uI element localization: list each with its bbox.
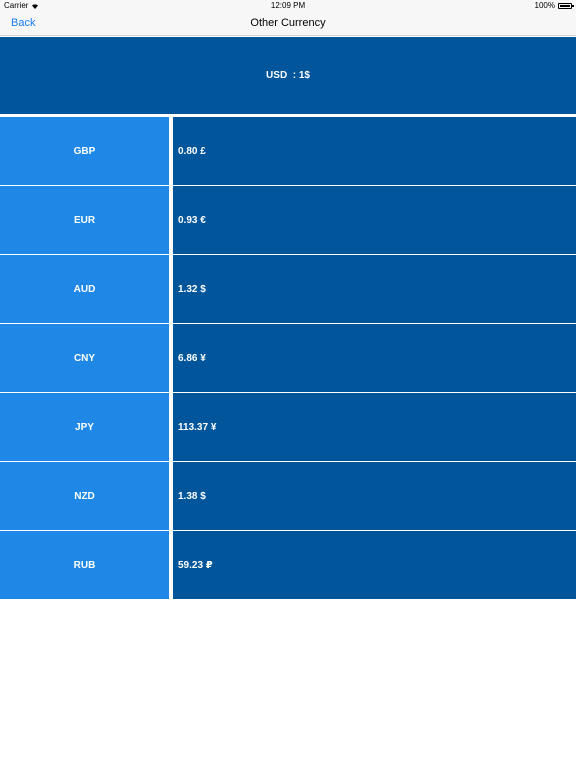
base-currency-banner: USD : 1$ — [0, 37, 576, 114]
currency-rate: 1.38 $ — [173, 462, 576, 530]
currency-rate: 59.23 ₽ — [173, 531, 576, 599]
currency-code: JPY — [0, 393, 169, 461]
rate-row-eur[interactable]: EUR 0.93 € — [0, 186, 576, 254]
currency-rate: 0.80 £ — [173, 117, 576, 185]
currency-code: RUB — [0, 531, 169, 599]
rate-row-cny[interactable]: CNY 6.86 ¥ — [0, 324, 576, 392]
currency-rate: 1.32 $ — [173, 255, 576, 323]
rate-row-jpy[interactable]: JPY 113.37 ¥ — [0, 393, 576, 461]
battery-icon — [558, 2, 574, 9]
battery-percent: 100% — [534, 1, 555, 10]
navigation-bar: Back Other Currency — [0, 12, 576, 36]
page-title: Other Currency — [250, 17, 326, 29]
currency-rate: 113.37 ¥ — [173, 393, 576, 461]
currency-code: GBP — [0, 117, 169, 185]
currency-rate: 0.93 € — [173, 186, 576, 254]
status-bar: Carrier 12:09 PM 100% — [0, 0, 576, 12]
currency-code: AUD — [0, 255, 169, 323]
rate-row-gbp[interactable]: GBP 0.80 £ — [0, 117, 576, 185]
status-time: 12:09 PM — [270, 1, 306, 10]
currency-rate: 6.86 ¥ — [173, 324, 576, 392]
currency-code: CNY — [0, 324, 169, 392]
currency-code: NZD — [0, 462, 169, 530]
currency-code: EUR — [0, 186, 169, 254]
base-currency-label: USD : 1$ — [266, 70, 310, 81]
battery-group: 100% — [534, 1, 574, 10]
rate-row-rub[interactable]: RUB 59.23 ₽ — [0, 531, 576, 599]
rate-row-nzd[interactable]: NZD 1.38 $ — [0, 462, 576, 530]
rate-row-aud[interactable]: AUD 1.32 $ — [0, 255, 576, 323]
